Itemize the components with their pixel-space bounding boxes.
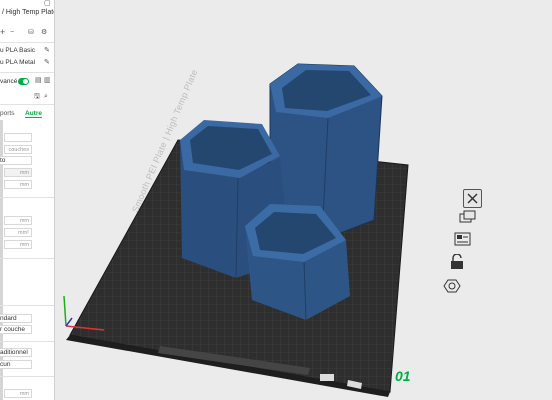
- arrange-button[interactable]: [457, 209, 476, 226]
- plate-settings-button[interactable]: [441, 277, 461, 294]
- filament-item-2[interactable]: u PLA Metal: [0, 59, 35, 66]
- tab-other[interactable]: Autre: [25, 110, 42, 118]
- settings-icon[interactable]: ⚙: [41, 29, 47, 37]
- wall-generator-select[interactable]: ndard: [0, 314, 32, 323]
- mm-field[interactable]: mm: [4, 389, 32, 398]
- layout-icon: [454, 232, 471, 246]
- advanced-mode-label: vancé: [0, 78, 18, 85]
- lock-icon: [451, 253, 463, 269]
- save-icon[interactable]: 🖫: [34, 93, 40, 101]
- mm-field[interactable]: mm: [4, 240, 32, 249]
- layers-field[interactable]: couches: [4, 145, 32, 154]
- filament-item-1[interactable]: u PLA Basic: [0, 47, 35, 54]
- lock-plate-button[interactable]: [447, 253, 464, 271]
- advanced-toggle[interactable]: [18, 78, 29, 85]
- none-select[interactable]: cun: [0, 360, 32, 369]
- plate-logo: [320, 374, 334, 381]
- remove-icon[interactable]: −: [10, 29, 14, 37]
- mm-field[interactable]: mm: [4, 216, 32, 225]
- settings-sidebar: / High Temp Plate ▢ + − ⛁ ⚙ u PLA Basic …: [0, 0, 55, 400]
- arrange-icon: [459, 210, 476, 223]
- compare-icon[interactable]: ▤: [35, 77, 42, 85]
- layer-field[interactable]: [4, 133, 32, 142]
- edit-icon[interactable]: ✎: [44, 47, 50, 55]
- auto-field[interactable]: to: [0, 156, 32, 165]
- sync-icon[interactable]: ⛁: [28, 29, 34, 37]
- edit-icon[interactable]: ✎: [44, 59, 50, 67]
- close-icon: [467, 193, 478, 204]
- search-icon[interactable]: ⌕: [44, 93, 48, 101]
- gear-icon: [443, 279, 461, 293]
- add-icon[interactable]: +: [0, 28, 5, 37]
- mode-select[interactable]: aditionnel: [0, 348, 32, 357]
- mm-field[interactable]: mm: [4, 168, 32, 177]
- tab-supports[interactable]: ports: [0, 110, 14, 117]
- plate-number: 01: [395, 368, 411, 384]
- close-plate-button[interactable]: [463, 189, 482, 208]
- plate-type-select[interactable]: / High Temp Plate: [2, 9, 54, 16]
- layers-icon[interactable]: ▥: [44, 77, 51, 85]
- 3d-viewport[interactable]: Smooth PEI Plate | High Temp Plate 01: [55, 0, 552, 400]
- checkbox-icon[interactable]: ▢: [44, 0, 51, 8]
- mm2-field[interactable]: mm²: [4, 228, 32, 237]
- seam-select[interactable]: r couche: [0, 325, 32, 334]
- orient-button[interactable]: [453, 231, 471, 248]
- mm-field[interactable]: mm: [4, 180, 32, 189]
